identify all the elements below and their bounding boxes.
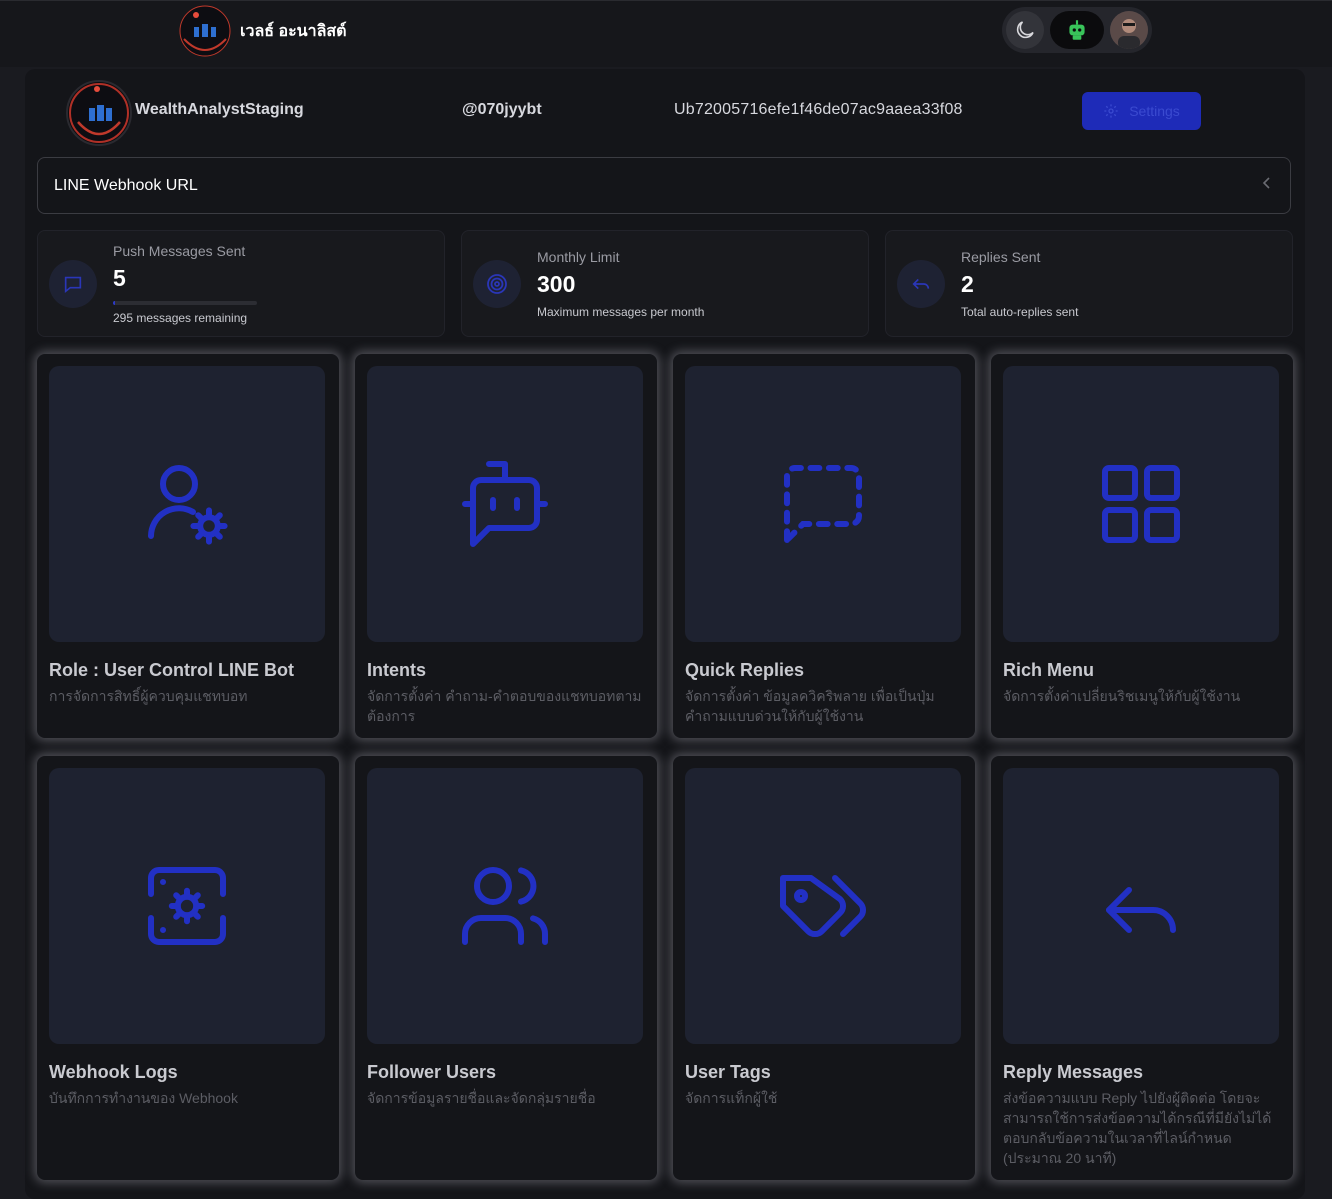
- stat-label: Replies Sent: [961, 249, 1041, 265]
- stat-monthly-limit: Monthly Limit 300 Maximum messages per m…: [461, 230, 869, 337]
- gear-icon: [1104, 104, 1118, 118]
- card-title: Webhook Logs: [49, 1062, 178, 1082]
- stat-value: 2: [961, 271, 974, 297]
- card-image: [685, 366, 961, 642]
- card-image: [367, 768, 643, 1044]
- settings-button[interactable]: Settings: [1082, 92, 1201, 130]
- stat-subtext: 295 messages remaining: [113, 311, 248, 325]
- card-description: จัดการตั้งค่า คำถาม-คำตอบของแชทบอทตามต้อ…: [367, 688, 642, 724]
- card-intents[interactable]: Intents จัดการตั้งค่า คำถาม-คำตอบของแชทบ…: [355, 354, 657, 738]
- webhook-url-label: LINE Webhook URL: [54, 177, 198, 194]
- bot-logo: [66, 80, 132, 146]
- stat-replies-sent: Replies Sent 2 Total auto-replies sent: [885, 230, 1293, 337]
- stat-label: Monthly Limit: [537, 249, 620, 265]
- brand-logo: [176, 5, 234, 57]
- target-icon: [473, 260, 521, 308]
- card-description: ส่งข้อความแบบ Reply ไปยังผู้ติดต่อ โดยจะ…: [1003, 1090, 1272, 1166]
- moon-icon: [1016, 21, 1034, 39]
- bot-user-id: Ub72005716efe1f46de07ac9aaea33f08: [674, 101, 963, 118]
- server-cog-icon: [148, 867, 226, 945]
- message-icon: [49, 260, 97, 308]
- brand[interactable]: เวลธ์ อะนาลิสต์: [176, 5, 347, 57]
- card-title: Quick Replies: [685, 660, 805, 680]
- push-progress-fill: [113, 301, 116, 305]
- card-reply-messages[interactable]: Reply Messages ส่งข้อความแบบ Reply ไปยัง…: [991, 756, 1293, 1180]
- card-description: จัดการตั้งค่าเปลี่ยนริชเมนูให้กับผู้ใช้ง…: [1003, 688, 1241, 704]
- card-user-tags[interactable]: User Tags จัดการแท็กผู้ใช้: [673, 756, 975, 1180]
- brand-name: เวลธ์ อะนาลิสต์: [240, 22, 347, 40]
- top-actions: [1002, 7, 1152, 53]
- stat-push-messages: Push Messages Sent 5 295 messages remain…: [37, 230, 445, 337]
- line-bot-button[interactable]: [1050, 11, 1104, 49]
- card-description: จัดการข้อมูลรายชื่อและจัดกลุ่มรายชื่อ: [367, 1090, 596, 1106]
- card-quick-replies[interactable]: Quick Replies จัดการตั้งค่า ข้อมูลควิคริ…: [673, 354, 975, 738]
- stat-value: 5: [113, 265, 126, 291]
- bot-basic-id: @070jyybt: [462, 101, 542, 118]
- card-title: Role : User Control LINE Bot: [49, 660, 295, 680]
- theme-toggle-button[interactable]: [1006, 11, 1044, 49]
- card-description: จัดการตั้งค่า ข้อมูลควิคริพลาย เพื่อเป็น…: [685, 688, 935, 724]
- card-title: Rich Menu: [1003, 660, 1095, 680]
- card-webhook-logs[interactable]: Webhook Logs บันทึกการทำงานของ Webhook: [37, 756, 339, 1180]
- card-follower-users[interactable]: Follower Users จัดการข้อมูลรายชื่อและจัด…: [355, 756, 657, 1180]
- bot-header: WealthAnalystStaging @070jyybt Ub7200571…: [25, 69, 1305, 153]
- card-image: [367, 366, 643, 642]
- robot-icon: [1069, 20, 1085, 40]
- card-rich-menu[interactable]: Rich Menu จัดการตั้งค่าเปลี่ยนริชเมนูให้…: [991, 354, 1293, 738]
- stat-subtext: Total auto-replies sent: [961, 305, 1079, 319]
- card-title: Reply Messages: [1003, 1062, 1144, 1082]
- card-title: Intents: [367, 660, 427, 680]
- card-title: Follower Users: [367, 1062, 497, 1082]
- reply-icon: [897, 260, 945, 308]
- top-bar: เวลธ์ อะนาลิสต์: [0, 0, 1332, 67]
- card-title: User Tags: [685, 1062, 771, 1082]
- tags-icon: [780, 875, 866, 937]
- card-image: [49, 366, 325, 642]
- card-description: การจัดการสิทธิ์ผู้ควบคุมแชทบอท: [49, 688, 248, 704]
- grid-icon: [1102, 465, 1180, 543]
- webhook-url-accordion[interactable]: LINE Webhook URL: [37, 157, 1291, 214]
- card-description: จัดการแท็กผู้ใช้: [685, 1090, 778, 1106]
- card-image: [49, 768, 325, 1044]
- users-icon: [462, 867, 549, 945]
- user-avatar[interactable]: [1110, 11, 1148, 49]
- dashed-message-icon: [784, 465, 862, 548]
- bot-message-icon: [462, 461, 548, 547]
- card-description: บันทึกการทำงานของ Webhook: [49, 1090, 238, 1106]
- reply-icon: [1106, 887, 1176, 933]
- main-panel: WealthAnalystStaging @070jyybt Ub7200571…: [25, 69, 1305, 1199]
- card-image: [1003, 768, 1279, 1044]
- card-image: [685, 768, 961, 1044]
- user-settings-icon: [148, 465, 228, 545]
- stat-subtext: Maximum messages per month: [537, 305, 705, 319]
- settings-button-label: Settings: [1129, 103, 1180, 119]
- card-role-user-control[interactable]: Role : User Control LINE Bot การจัดการสิ…: [37, 354, 339, 738]
- avatar-image: [1110, 11, 1148, 49]
- bot-display-name: WealthAnalystStaging: [135, 101, 304, 118]
- stat-label: Push Messages Sent: [113, 243, 246, 259]
- push-progress-bar: [113, 301, 257, 305]
- card-image: [1003, 366, 1279, 642]
- chevron-left-icon: [1262, 176, 1272, 195]
- stat-value: 300: [537, 271, 576, 297]
